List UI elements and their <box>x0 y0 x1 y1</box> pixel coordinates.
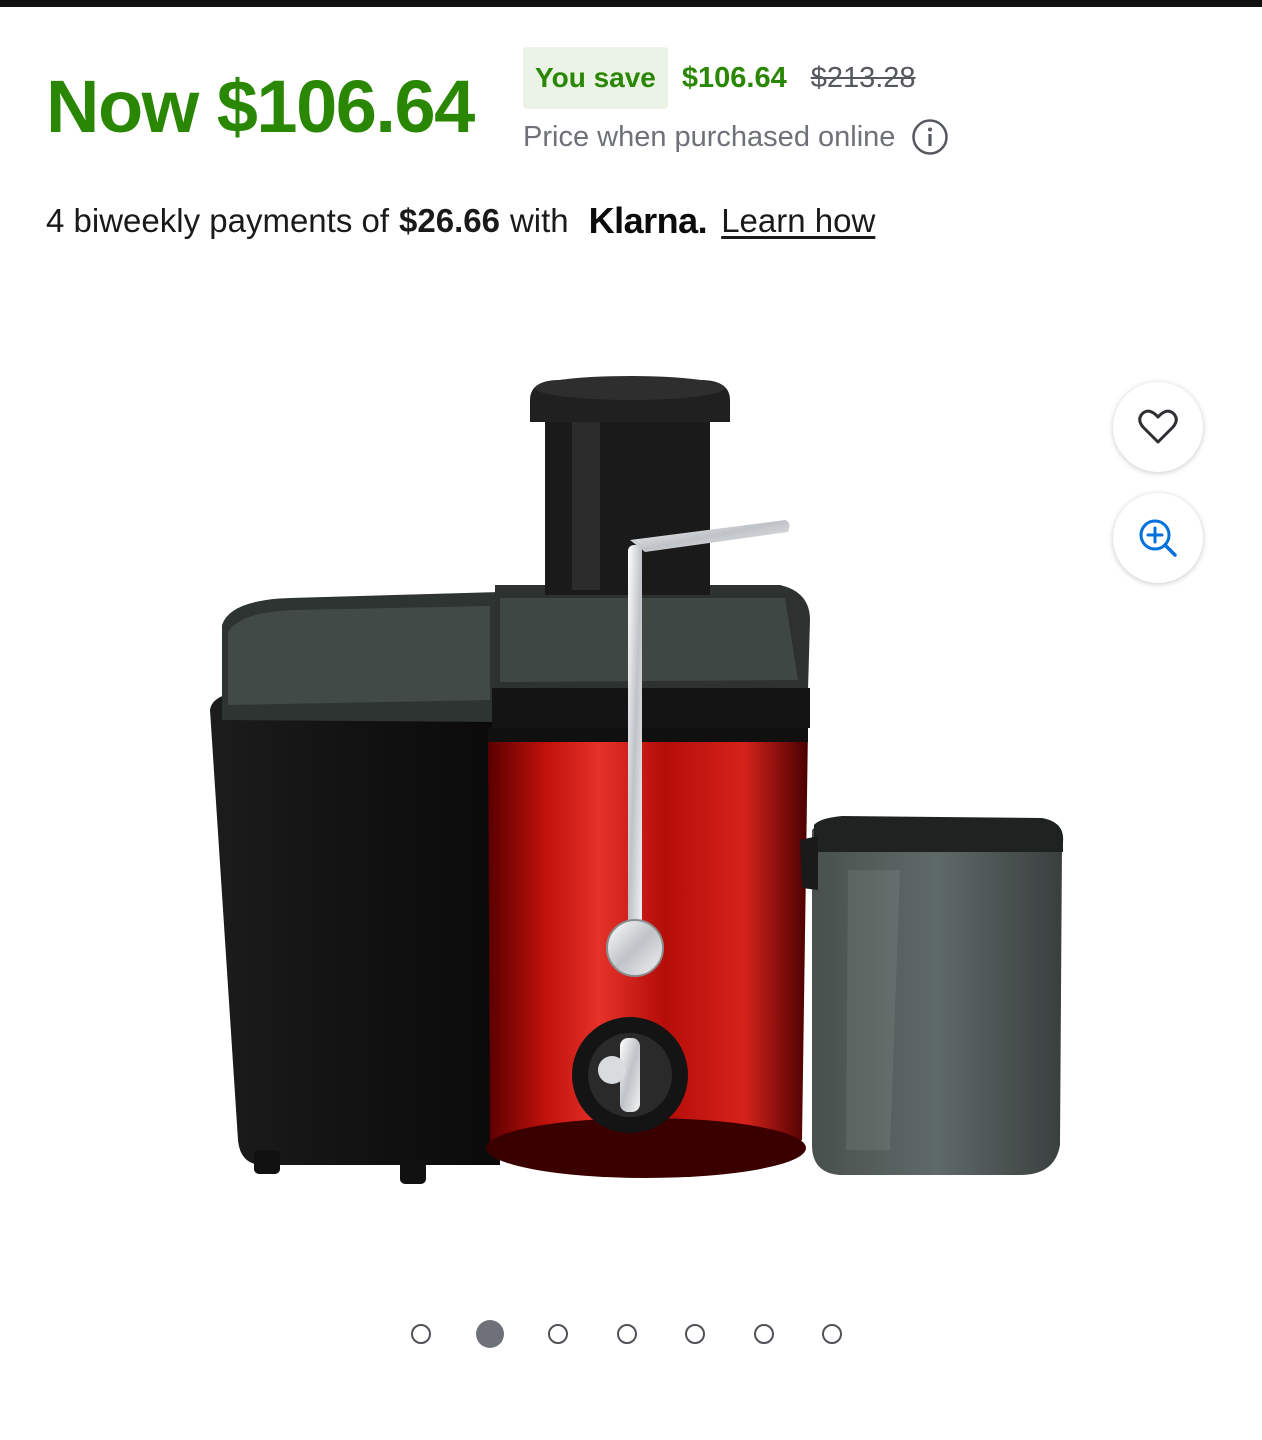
klarna-installment-amount: $26.66 <box>399 202 500 239</box>
carousel-dot-3[interactable] <box>548 1324 568 1344</box>
savings-amount: $106.64 <box>681 61 787 94</box>
zoom-in-icon <box>1139 519 1177 557</box>
original-price: $213.28 <box>810 61 916 94</box>
you-save-badge: You save <box>523 47 668 109</box>
klarna-with: with <box>509 202 569 239</box>
klarna-payment-row: 4 biweekly payments of $26.66 with Klarn… <box>46 193 875 249</box>
carousel-pagination <box>411 1320 891 1348</box>
info-icon[interactable] <box>911 118 949 156</box>
online-price-text: Price when purchased online <box>523 120 896 153</box>
carousel-dot-1[interactable] <box>411 1324 431 1344</box>
zoom-button[interactable] <box>1113 493 1203 583</box>
carousel-dot-7[interactable] <box>822 1324 842 1344</box>
current-price: Now $106.64 <box>46 65 475 148</box>
carousel-dot-2-active[interactable] <box>475 1320 504 1348</box>
klarna-prefix: 4 biweekly payments of <box>46 202 390 239</box>
klarna-logo: Klarna. <box>588 200 708 241</box>
carousel-dot-4[interactable] <box>616 1324 637 1344</box>
favorite-button[interactable] <box>1113 382 1203 472</box>
online-price-note: Price when purchased online <box>523 115 949 159</box>
top-divider <box>0 0 1262 7</box>
carousel-dot-5[interactable] <box>685 1324 705 1344</box>
heart-icon <box>1138 409 1178 444</box>
learn-how-link[interactable]: Learn how <box>721 202 875 240</box>
savings-row: You save $106.64 $213.28 <box>523 47 916 109</box>
carousel-dot-6[interactable] <box>753 1324 774 1344</box>
product-image-juicer[interactable] <box>200 370 1080 1220</box>
